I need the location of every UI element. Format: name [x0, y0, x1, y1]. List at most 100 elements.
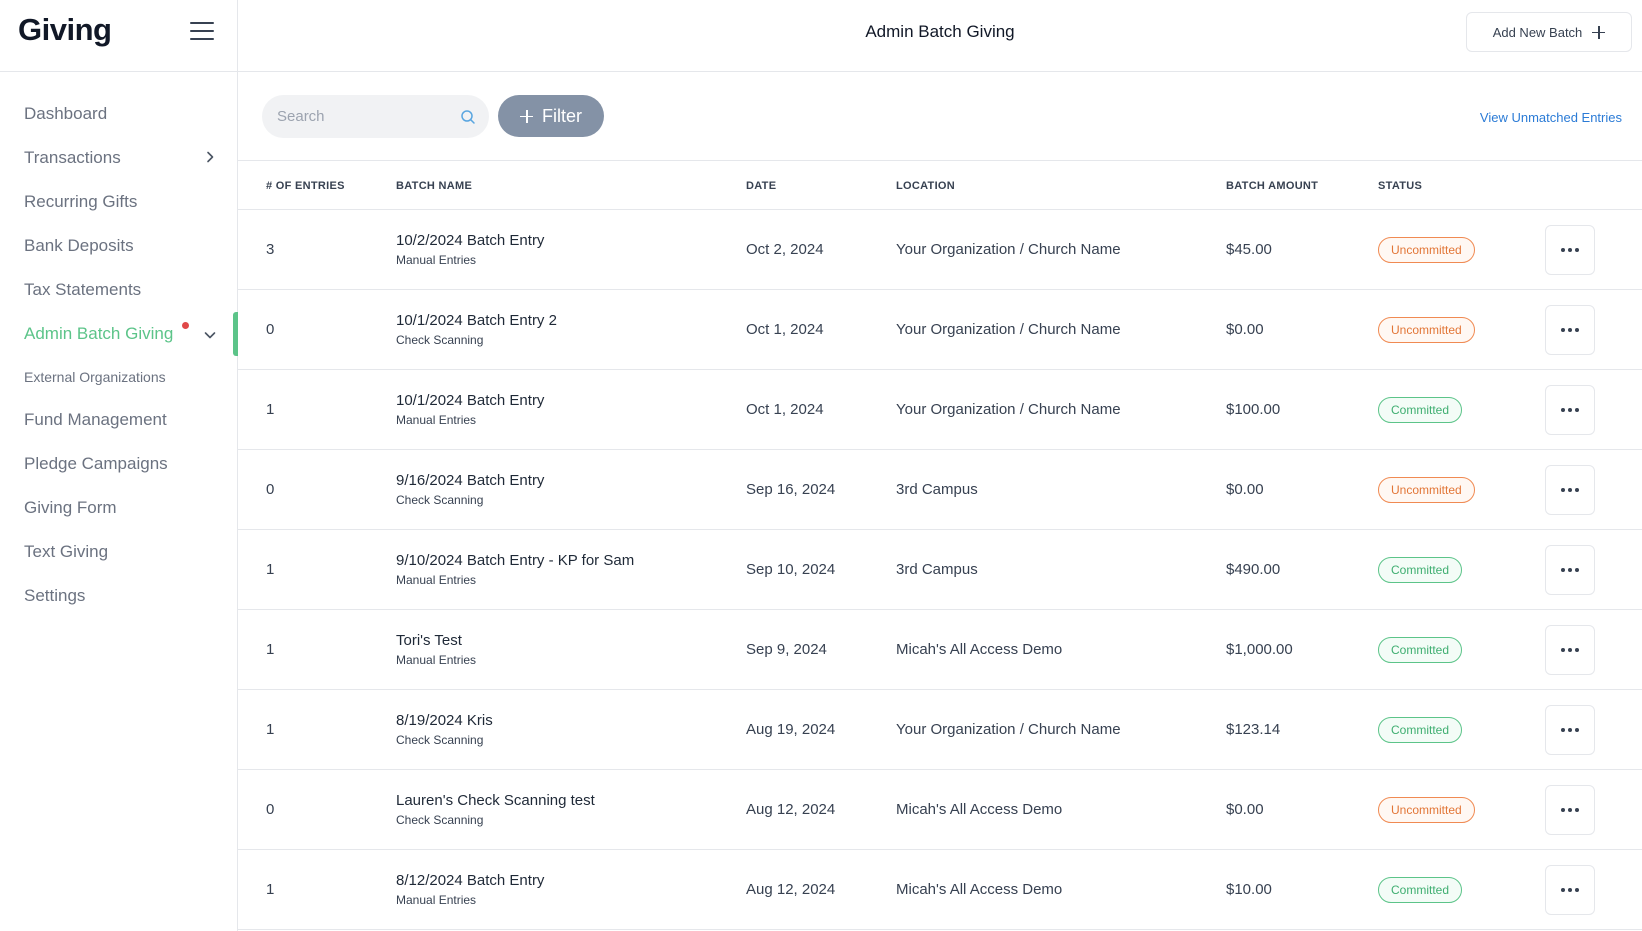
batch-location: Micah's All Access Demo — [896, 801, 1063, 818]
entries-count: 1 — [266, 641, 275, 658]
status-badge: Committed — [1378, 877, 1463, 903]
batch-amount: $0.00 — [1226, 321, 1264, 338]
chevron-right-icon[interactable] — [204, 151, 216, 163]
row-actions-button[interactable] — [1545, 225, 1595, 275]
status-badge: Uncommitted — [1378, 317, 1475, 343]
table-row[interactable]: 1 8/19/2024 Kris Check Scanning Aug 19, … — [238, 690, 1642, 770]
column-header-status[interactable]: STATUS — [1378, 180, 1422, 192]
batch-type: Check Scanning — [396, 493, 484, 507]
batch-date: Aug 12, 2024 — [746, 801, 836, 818]
column-header-batch-amount[interactable]: BATCH AMOUNT — [1226, 180, 1318, 192]
entries-count: 3 — [266, 241, 275, 258]
row-actions-button[interactable] — [1545, 545, 1595, 595]
batch-name[interactable]: Tori's Test — [396, 632, 462, 649]
sidebar-item-bank-deposits[interactable]: Bank Deposits — [24, 236, 134, 256]
batch-location: Micah's All Access Demo — [896, 641, 1063, 658]
sidebar-item-pledge-campaigns[interactable]: Pledge Campaigns — [24, 454, 168, 474]
batch-name[interactable]: 8/12/2024 Batch Entry — [396, 872, 544, 889]
more-horizontal-icon — [1561, 728, 1579, 732]
row-actions-button[interactable] — [1545, 625, 1595, 675]
batch-type: Manual Entries — [396, 573, 477, 587]
batch-location: Your Organization / Church Name — [896, 721, 1121, 738]
batch-amount: $10.00 — [1226, 881, 1272, 898]
column-header-location[interactable]: LOCATION — [896, 180, 955, 192]
view-unmatched-entries-link[interactable]: View Unmatched Entries — [1480, 110, 1622, 125]
batch-date: Sep 16, 2024 — [746, 481, 836, 498]
hamburger-icon[interactable] — [190, 22, 214, 42]
batch-location: Your Organization / Church Name — [896, 401, 1121, 418]
brand-bar: Giving — [0, 0, 237, 72]
sidebar-item-external-organizations[interactable]: External Organizations — [24, 369, 166, 385]
batch-amount: $100.00 — [1226, 401, 1281, 418]
table-row[interactable]: 1 9/10/2024 Batch Entry - KP for Sam Man… — [238, 530, 1642, 610]
more-horizontal-icon — [1561, 248, 1579, 252]
table-row[interactable]: 0 9/16/2024 Batch Entry Check Scanning S… — [238, 450, 1642, 530]
column-header-batch-name[interactable]: BATCH NAME — [396, 180, 472, 192]
table-body: 3 10/2/2024 Batch Entry Manual Entries O… — [238, 210, 1642, 930]
sidebar-item-giving-form[interactable]: Giving Form — [24, 498, 117, 518]
batch-date: Oct 1, 2024 — [746, 321, 824, 338]
table-row[interactable]: 1 8/12/2024 Batch Entry Manual Entries A… — [238, 850, 1642, 930]
sidebar-item-fund-management[interactable]: Fund Management — [24, 410, 167, 430]
row-actions-button[interactable] — [1545, 705, 1595, 755]
plus-icon — [1592, 25, 1606, 39]
batch-date: Aug 12, 2024 — [746, 881, 836, 898]
column-header-entries[interactable]: # OF ENTRIES — [266, 180, 345, 192]
batch-type: Check Scanning — [396, 813, 484, 827]
row-actions-button[interactable] — [1545, 865, 1595, 915]
more-horizontal-icon — [1561, 808, 1579, 812]
more-horizontal-icon — [1561, 328, 1579, 332]
sidebar-item-recurring-gifts[interactable]: Recurring Gifts — [24, 192, 137, 212]
batch-type: Manual Entries — [396, 253, 477, 267]
page-header: Admin Batch Giving Add New Batch — [238, 0, 1642, 72]
table-row[interactable]: 0 Lauren's Check Scanning test Check Sca… — [238, 770, 1642, 850]
table-row[interactable]: 1 Tori's Test Manual Entries Sep 9, 2024… — [238, 610, 1642, 690]
table-row[interactable]: 3 10/2/2024 Batch Entry Manual Entries O… — [238, 210, 1642, 290]
batch-name[interactable]: 10/2/2024 Batch Entry — [396, 232, 544, 249]
batch-type: Manual Entries — [396, 893, 477, 907]
table-row[interactable]: 0 10/1/2024 Batch Entry 2 Check Scanning… — [238, 290, 1642, 370]
entries-count: 0 — [266, 481, 275, 498]
filter-label: Filter — [542, 105, 582, 126]
filter-button[interactable]: Filter — [498, 95, 604, 137]
batch-name[interactable]: 10/1/2024 Batch Entry — [396, 392, 544, 409]
entries-count: 1 — [266, 721, 275, 738]
batch-type: Check Scanning — [396, 733, 484, 747]
entries-count: 1 — [266, 561, 275, 578]
batch-date: Sep 10, 2024 — [746, 561, 836, 578]
add-new-batch-button[interactable]: Add New Batch — [1466, 12, 1632, 52]
sidebar-item-settings[interactable]: Settings — [24, 586, 85, 606]
batch-name[interactable]: 10/1/2024 Batch Entry 2 — [396, 312, 557, 329]
more-horizontal-icon — [1561, 648, 1579, 652]
batch-name[interactable]: 9/16/2024 Batch Entry — [396, 472, 544, 489]
sidebar-item-transactions[interactable]: Transactions — [24, 148, 121, 168]
batch-date: Sep 9, 2024 — [746, 641, 827, 658]
brand-logo: Giving — [18, 12, 112, 47]
search-input[interactable] — [262, 95, 489, 138]
batch-name[interactable]: Lauren's Check Scanning test — [396, 792, 595, 809]
sidebar-item-admin-batch-giving[interactable]: Admin Batch Giving — [24, 324, 173, 344]
batch-amount: $0.00 — [1226, 481, 1264, 498]
batch-type: Manual Entries — [396, 413, 477, 427]
row-actions-button[interactable] — [1545, 385, 1595, 435]
batch-type: Check Scanning — [396, 333, 484, 347]
status-badge: Uncommitted — [1378, 797, 1475, 823]
batch-name[interactable]: 8/19/2024 Kris — [396, 712, 493, 729]
column-header-date[interactable]: DATE — [746, 180, 776, 192]
batch-type: Manual Entries — [396, 653, 477, 667]
row-actions-button[interactable] — [1545, 785, 1595, 835]
sidebar-item-dashboard[interactable]: Dashboard — [24, 104, 107, 124]
batch-date: Aug 19, 2024 — [746, 721, 836, 738]
sidebar-item-tax-statements[interactable]: Tax Statements — [24, 280, 141, 300]
batch-name[interactable]: 9/10/2024 Batch Entry - KP for Sam — [396, 552, 634, 569]
batch-amount: $123.14 — [1226, 721, 1281, 738]
sidebar-item-text-giving[interactable]: Text Giving — [24, 542, 108, 562]
more-horizontal-icon — [1561, 568, 1579, 572]
chevron-down-icon[interactable] — [204, 329, 216, 341]
table-row[interactable]: 1 10/1/2024 Batch Entry Manual Entries O… — [238, 370, 1642, 450]
batch-location: Micah's All Access Demo — [896, 881, 1063, 898]
batch-date: Oct 2, 2024 — [746, 241, 824, 258]
entries-count: 0 — [266, 801, 275, 818]
row-actions-button[interactable] — [1545, 465, 1595, 515]
row-actions-button[interactable] — [1545, 305, 1595, 355]
